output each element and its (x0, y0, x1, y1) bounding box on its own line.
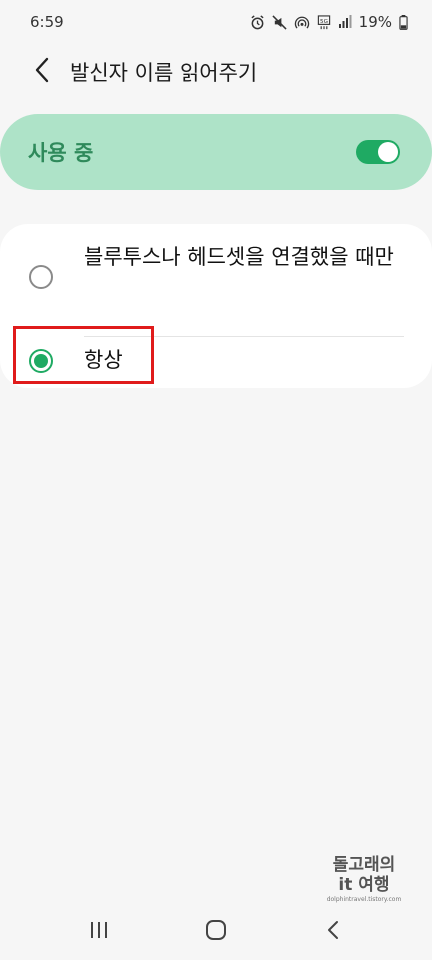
back-button[interactable] (14, 44, 70, 100)
master-switch-card[interactable]: 사용 중 (0, 114, 432, 190)
battery-percent: 19% (358, 13, 392, 31)
app-bar: 발신자 이름 읽어주기 (0, 44, 432, 100)
volte-icon: 5G (317, 14, 331, 30)
svg-text:5G: 5G (320, 18, 328, 24)
alarm-icon (250, 14, 265, 30)
radio-dot (34, 354, 48, 368)
option-always[interactable]: 항상 (0, 334, 432, 388)
watermark-line2: it 여행 (338, 875, 390, 895)
navigation-bar (0, 904, 432, 960)
option-label: 블루투스나 헤드셋을 연결했을 때만 (84, 245, 394, 269)
signal-icon (338, 15, 352, 29)
mute-icon (272, 14, 287, 30)
options-card: 블루투스나 헤드셋을 연결했을 때만 항상 (0, 224, 432, 388)
recent-apps-icon (89, 921, 109, 943)
radio-button-selected[interactable] (29, 349, 53, 373)
master-toggle-switch[interactable] (356, 140, 400, 164)
status-bar: 6:59 5G 19% (0, 0, 432, 44)
master-switch-label: 사용 중 (28, 141, 94, 165)
watermark-line1: 돌고래의 (332, 855, 396, 875)
hotspot-icon (294, 15, 310, 30)
recent-apps-button[interactable] (71, 904, 127, 960)
page-title: 발신자 이름 읽어주기 (70, 61, 258, 85)
option-bluetooth-headset[interactable]: 블루투스나 헤드셋을 연결했을 때만 (0, 242, 432, 337)
toggle-thumb (378, 142, 398, 162)
nav-back-button[interactable] (305, 904, 361, 960)
home-icon (205, 919, 227, 945)
status-icons: 5G 19% (250, 13, 408, 31)
home-button[interactable] (188, 904, 244, 960)
option-label: 항상 (84, 348, 123, 372)
back-arrow-icon (34, 57, 50, 87)
radio-button-unselected[interactable] (29, 265, 53, 289)
status-time: 6:59 (30, 13, 64, 31)
back-icon (326, 920, 340, 944)
battery-icon (399, 14, 408, 30)
watermark: 돌고래의 it 여행 dolphintravel.tistory.com (316, 855, 412, 905)
screen: 6:59 5G 19% 발신자 이름 읽어주기 사용 중 블루투스나 헤드셋을 … (0, 0, 432, 960)
